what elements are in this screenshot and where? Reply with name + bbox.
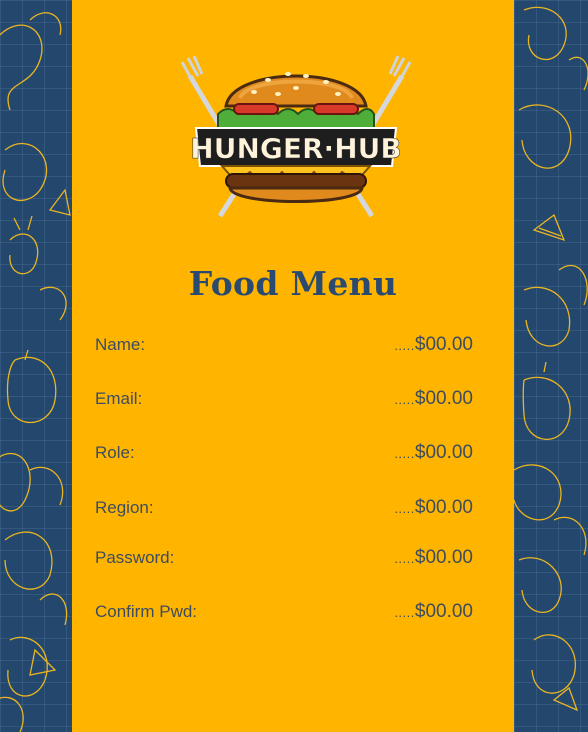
row-label: Name: — [95, 335, 146, 354]
row-label: Email: — [95, 389, 143, 408]
row-label: Region: — [95, 498, 154, 517]
row-price: .....$00.00 — [394, 442, 473, 463]
right-food-pattern — [514, 0, 588, 732]
row-price: .....$00.00 — [394, 601, 473, 622]
burger-logo-icon: HUNGER·HUB — [180, 55, 412, 218]
row-price: .....$00.00 — [394, 497, 473, 518]
row-price: .....$00.00 — [394, 547, 473, 568]
menu-row-region: Region: .....$00.00 — [95, 495, 473, 521]
menu-title: Food Menu — [188, 264, 398, 303]
food-doodle-pattern — [0, 12, 71, 732]
food-doodle-pattern — [514, 6, 588, 712]
row-label: Confirm Pwd: — [95, 602, 198, 621]
row-price: .....$00.00 — [394, 388, 473, 409]
menu-card: HUNGER·HUB Food Menu Name: .....$00.00 E… — [72, 0, 514, 732]
menu-row-name: Name: .....$00.00 — [95, 332, 473, 358]
row-label: Role: — [95, 443, 135, 462]
row-price: .....$00.00 — [394, 334, 473, 355]
menu-row-role: Role: .....$00.00 — [95, 440, 473, 466]
logo-text: HUNGER·HUB — [190, 132, 401, 165]
menu-row-email: Email: .....$00.00 — [95, 386, 473, 412]
row-label: Password: — [95, 548, 175, 567]
menu-row-confirm-password: Confirm Pwd: .....$00.00 — [95, 599, 473, 625]
left-food-pattern — [0, 0, 72, 732]
menu-row-password: Password: .....$00.00 — [95, 545, 473, 571]
